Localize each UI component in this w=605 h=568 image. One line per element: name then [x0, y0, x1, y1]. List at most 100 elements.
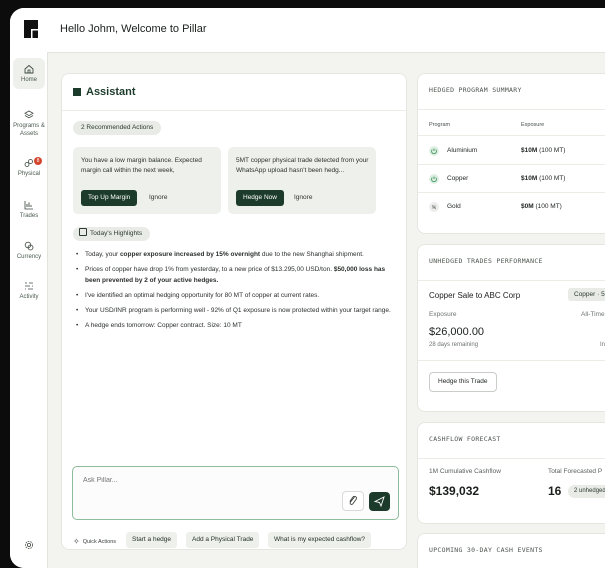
sidebar-item-home[interactable]: Home [13, 58, 45, 89]
sidebar-item-trades[interactable]: Trades [13, 200, 45, 220]
gear-icon [25, 541, 33, 549]
sidebar-item-physical[interactable]: 8 Physical [13, 157, 45, 178]
commodity-tag: Copper · 5 [568, 288, 605, 301]
highlight-text: A hedge ends tomorrow: Copper contract. … [85, 321, 242, 329]
send-icon [373, 496, 385, 508]
highlight-emphasis: copper exposure increased by 15% overnig… [119, 251, 261, 258]
table-row[interactable]: Gold $0M (100 MT) [429, 193, 605, 220]
top-up-margin-button[interactable]: Top Up Margin [81, 190, 138, 206]
assistant-panel: Assistant 2 Recommended Actions You have… [61, 73, 407, 550]
list-item: Today, your copper exposure increased by… [76, 250, 396, 261]
exposure-value: $0M [521, 203, 534, 210]
panel-title: CASHFLOW FORECAST [429, 435, 501, 443]
highlight-text: Prices of copper have drop 1% from yeste… [85, 266, 334, 273]
ask-pillar-input[interactable] [81, 476, 325, 485]
sidebar-item-label: Trades [19, 213, 39, 219]
program-name: Copper [447, 175, 469, 182]
todays-highlights-label: Today's Highlights [73, 227, 151, 241]
cumulative-cashflow-value: $139,032 [429, 484, 480, 498]
ignore-button[interactable]: Ignore [294, 190, 312, 206]
highlight-text: Your USD/INR program is performing well … [85, 306, 391, 314]
exposure-value: $10M [521, 147, 538, 154]
app-window: Hello Johm, Welcome to Pillar Home Progr… [10, 8, 605, 568]
quick-actions-text: Quick Actions [82, 538, 117, 545]
exposure-unit: (100 MT) [539, 175, 566, 182]
program-exposure: $10M (100 MT) [521, 175, 565, 182]
program-exposure: $0M (100 MT) [521, 203, 562, 210]
sidebar-item-label: Physical [17, 171, 41, 177]
sidebar-item-label: Home [20, 77, 37, 83]
home-icon [24, 64, 34, 74]
sidebar-item-programs-assets[interactable]: Programs & Assets [13, 110, 45, 138]
highlights-label-text: Today's Highlights [90, 230, 143, 237]
quick-action-expected-cashflow[interactable]: What is my expected cashflow? [268, 532, 372, 548]
physical-badge: 8 [34, 157, 42, 165]
sidebar-item-currency[interactable]: Currency [13, 241, 45, 261]
trade-name[interactable]: Copper Sale to ABC Corp [429, 291, 520, 300]
total-forecasted-value: 16 [548, 484, 562, 498]
column-header-program: Program [429, 122, 451, 128]
sidebar-item-label: Activity [19, 294, 39, 300]
cumulative-cashflow-label: 1M Cumulative Cashflow [429, 468, 501, 475]
quick-action-start-hedge[interactable]: Start a hedge [126, 532, 178, 548]
list-item: Prices of copper have drop 1% from yeste… [76, 265, 396, 286]
pillar-logo[interactable] [24, 20, 38, 38]
power-icon [429, 146, 439, 156]
days-remaining: 28 days remaining [429, 342, 479, 348]
stack-icon [24, 110, 34, 119]
action-card-hedge: 5MT copper physical trade detected from … [228, 147, 376, 214]
assistant-logo-icon [73, 88, 81, 96]
table-row[interactable]: Aluminium $10M (100 MT) [429, 137, 605, 164]
all-time-label: All-Time [581, 311, 605, 318]
total-forecasted-label: Total Forecasted P [548, 468, 603, 475]
divider [418, 109, 605, 110]
attach-button[interactable] [342, 491, 364, 511]
list-item: I've identified an optimal hedging oppor… [76, 291, 396, 302]
top-bar: Hello Johm, Welcome to Pillar [10, 8, 605, 53]
paperclip-icon [349, 495, 357, 505]
exposure-label: Exposure [429, 311, 457, 318]
sidebar-item-label: Programs & Assets [13, 123, 45, 137]
divider [418, 360, 605, 361]
action-card-text: 5MT copper physical trade detected from … [236, 157, 369, 174]
hedged-program-summary-panel: HEDGED PROGRAM SUMMARY Program Exposure … [417, 73, 605, 234]
column-header-exposure: Exposure [521, 122, 545, 128]
power-icon [429, 174, 439, 184]
unhedged-trades-panel: UNHEDGED TRADES PERFORMANCE Copper Sale … [417, 244, 605, 412]
divider [418, 280, 605, 281]
assistant-title: Assistant [86, 86, 136, 98]
upcoming-cash-events-panel: UPCOMING 30-DAY CASH EVENTS [417, 533, 605, 568]
activity-icon [25, 282, 33, 290]
action-card-text: You have a low margin balance. Expected … [81, 157, 202, 174]
divider [62, 110, 406, 111]
program-name: Aluminium [447, 147, 478, 154]
divider [418, 458, 605, 459]
sparkle-icon: ✧ [73, 537, 80, 546]
recommended-actions-label: 2 Recommended Actions [73, 121, 162, 135]
divider [418, 135, 605, 136]
sidebar-item-label: Currency [16, 254, 42, 260]
sidebar: Home Programs & Assets 8 Physical Trades… [10, 52, 48, 568]
pause-icon [429, 202, 439, 212]
exposure-unit: (100 MT) [539, 147, 566, 154]
hedge-this-trade-button[interactable]: Hedge this Trade [429, 372, 497, 392]
ask-pillar-box [72, 466, 399, 520]
panel-title: UNHEDGED TRADES PERFORMANCE [429, 257, 543, 265]
physical-icon [24, 159, 33, 167]
send-button[interactable] [369, 492, 390, 511]
program-exposure: $10M (100 MT) [521, 147, 565, 154]
sidebar-item-settings[interactable] [13, 540, 45, 552]
calendar-icon [79, 228, 87, 236]
ignore-button[interactable]: Ignore [149, 190, 167, 206]
action-card-margin: You have a low margin balance. Expected … [73, 147, 221, 214]
table-row[interactable]: Copper $10M (100 MT) [429, 165, 605, 192]
sidebar-item-activity[interactable]: Activity [13, 281, 45, 301]
unhedged-pill: 2 unhedged [568, 485, 605, 498]
hedge-now-button[interactable]: Hedge Now [236, 190, 284, 206]
cashflow-forecast-panel: CASHFLOW FORECAST 1M Cumulative Cashflow… [417, 422, 605, 524]
highlight-text: Today, your [85, 251, 120, 258]
exposure-value: $10M [521, 175, 538, 182]
program-name: Gold [447, 203, 461, 210]
quick-action-add-physical-trade[interactable]: Add a Physical Trade [186, 532, 260, 548]
welcome-message: Hello Johm, Welcome to Pillar [60, 23, 207, 35]
